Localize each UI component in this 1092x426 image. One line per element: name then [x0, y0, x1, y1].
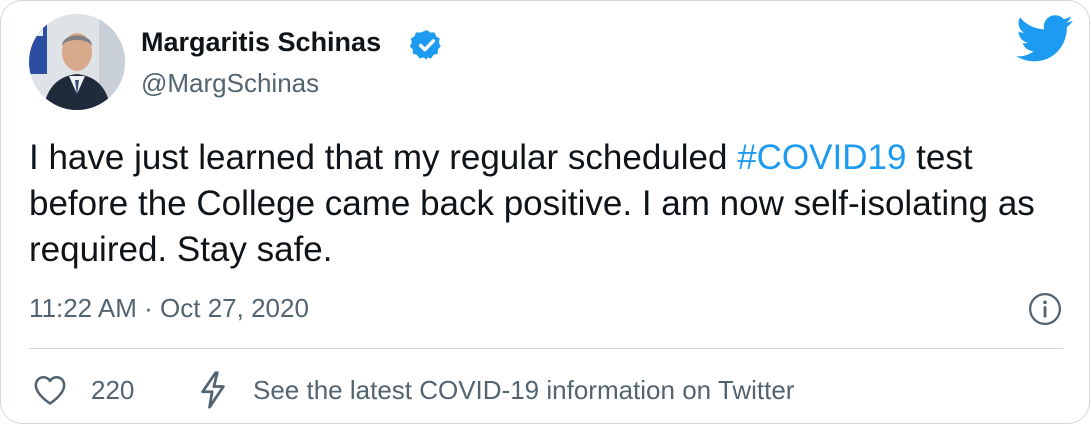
- tweet-text-before: I have just learned that my regular sche…: [29, 138, 738, 177]
- tweet-card: Margaritis Schinas @MargSchinas I have j…: [0, 0, 1090, 424]
- twitter-bird-icon[interactable]: [1016, 15, 1074, 63]
- lightning-icon[interactable]: [199, 371, 227, 409]
- hashtag-link[interactable]: #COVID19: [737, 138, 906, 177]
- info-icon[interactable]: [1028, 292, 1062, 326]
- tweet-timestamp[interactable]: 11:22 AM · Oct 27, 2020: [29, 293, 309, 324]
- divider: [29, 348, 1063, 349]
- covid-info-link[interactable]: See the latest COVID-19 information on T…: [253, 375, 794, 406]
- author-name[interactable]: Margaritis Schinas: [141, 27, 381, 58]
- verified-badge-icon: [410, 30, 441, 60]
- avatar[interactable]: [29, 14, 125, 110]
- tweet-text: I have just learned that my regular sche…: [29, 135, 1049, 273]
- like-count[interactable]: 220: [91, 375, 134, 406]
- heart-icon[interactable]: [33, 374, 67, 406]
- author-handle[interactable]: @MargSchinas: [141, 68, 319, 99]
